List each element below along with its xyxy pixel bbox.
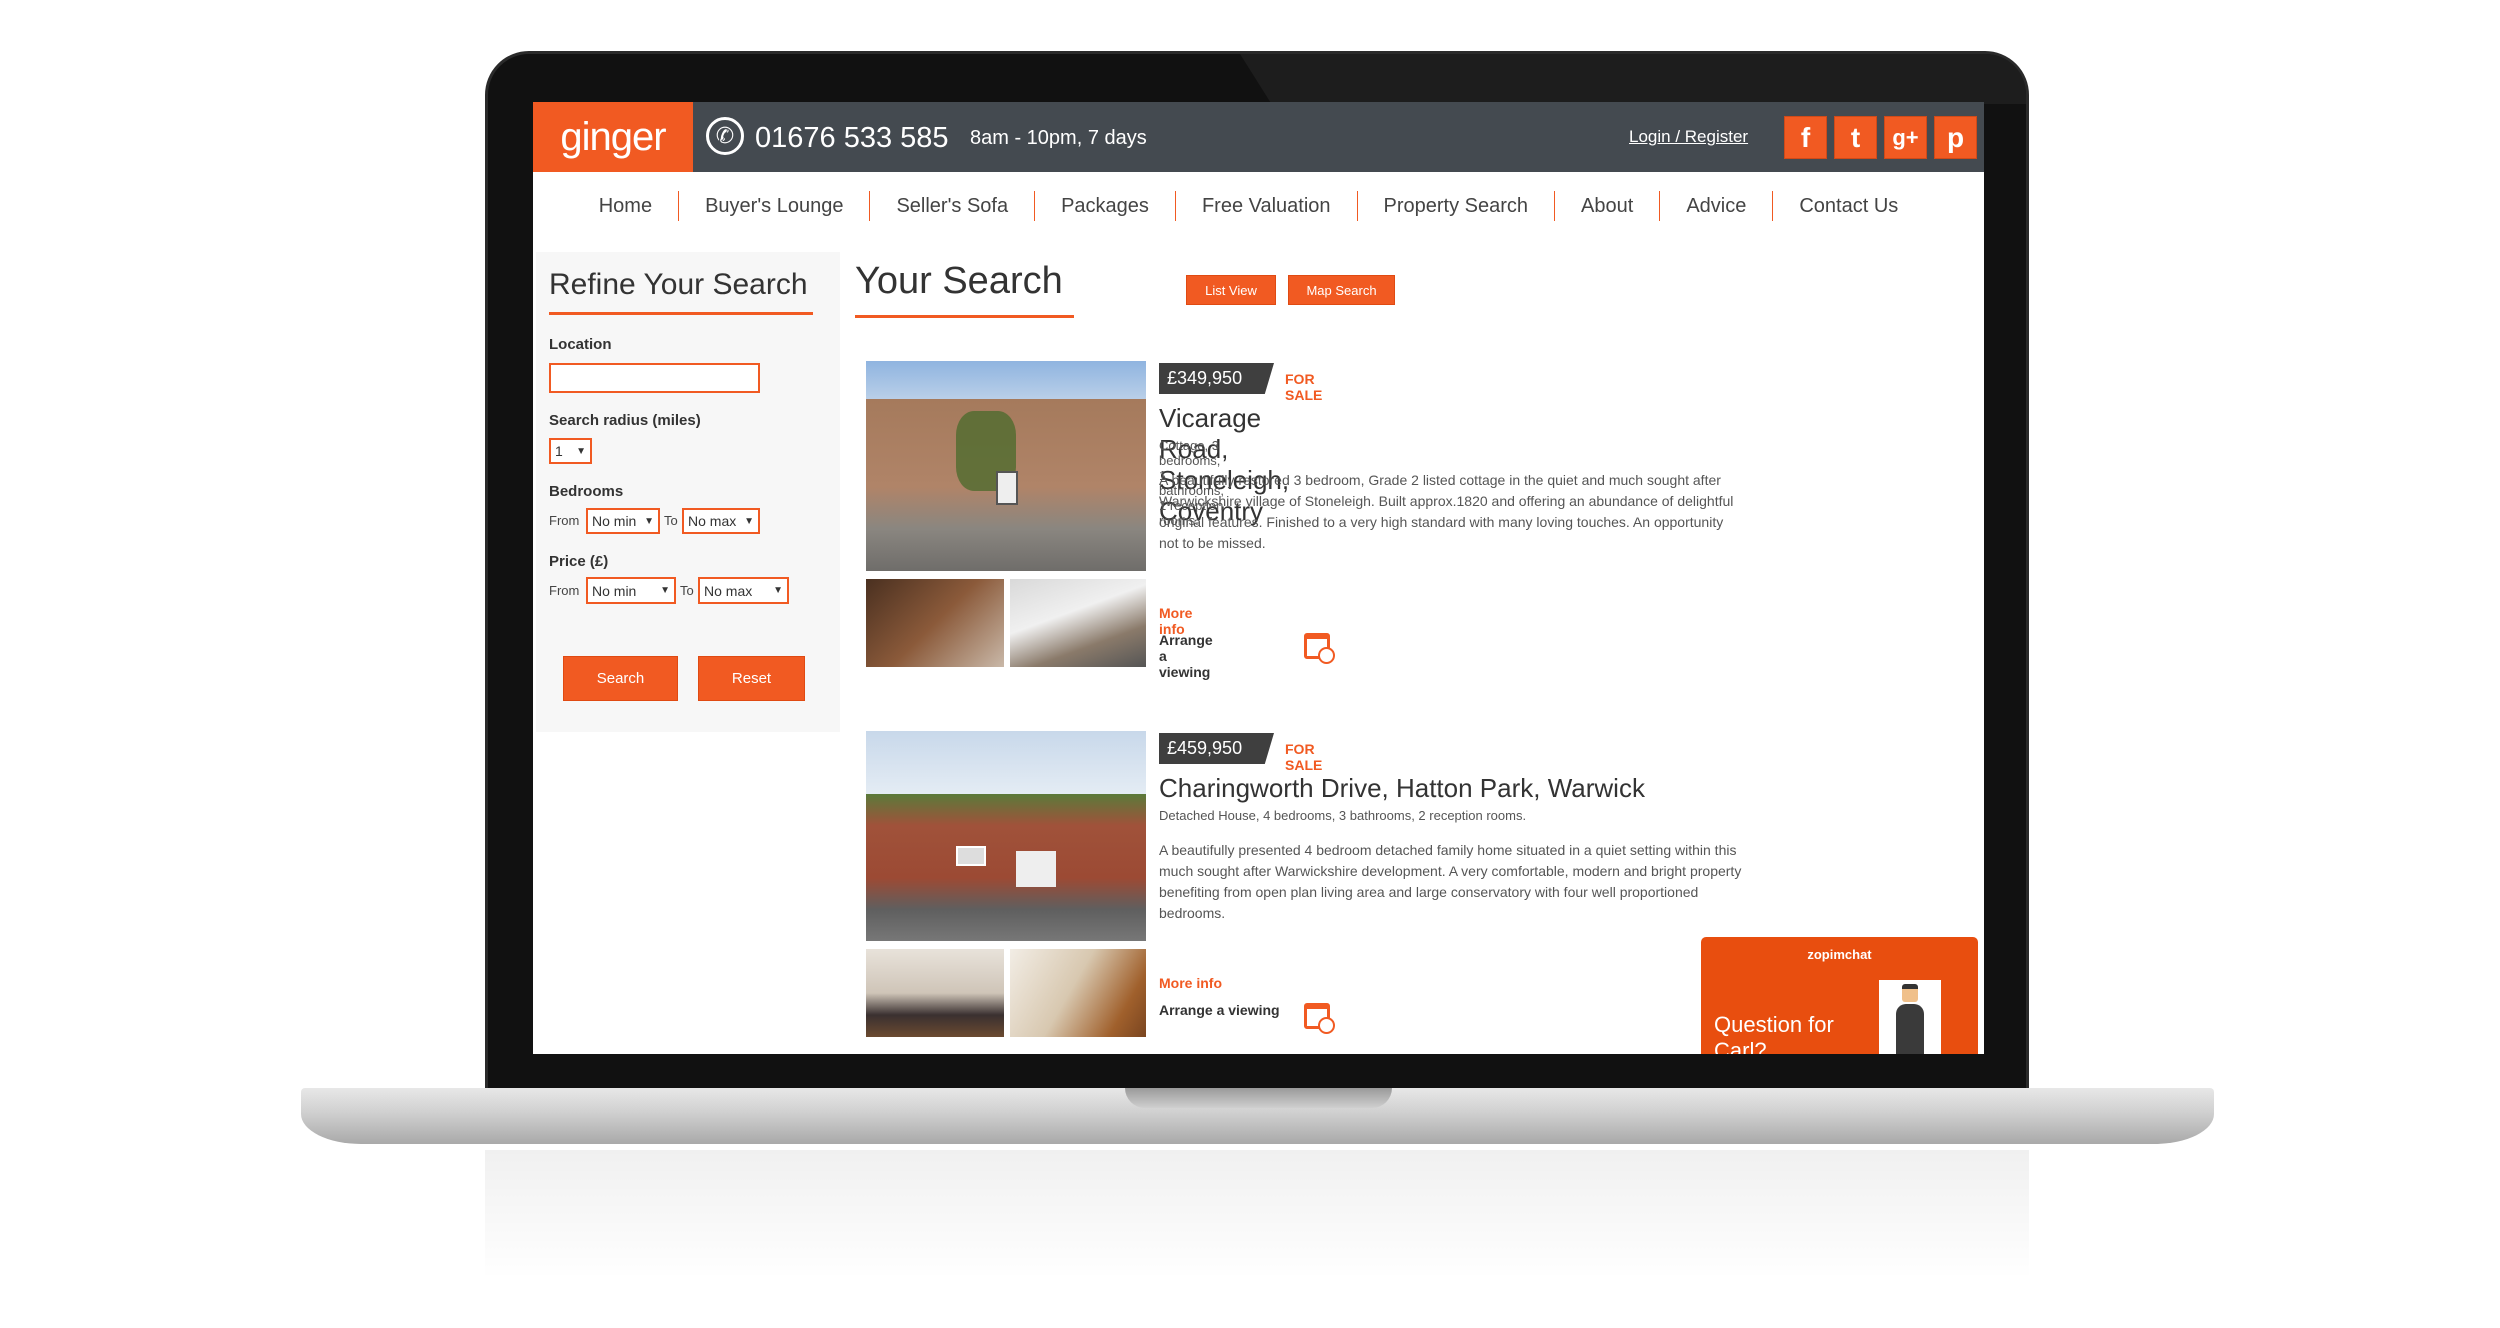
radius-label: Search radius (miles) [549,412,701,429]
listing-summary: Detached House, 4 bedrooms, 3 bathrooms,… [1159,808,1527,823]
property-main-photo[interactable] [866,361,1146,571]
bed-to-label: To [664,513,678,528]
list-view-button[interactable]: List View [1186,275,1276,305]
login-register-link[interactable]: Login / Register [1629,127,1748,147]
site-header: ginger ✆ 01676 533 585 8am - 10pm, 7 day… [533,102,1984,172]
status-badge: FOR SALE [1285,741,1323,773]
location-input[interactable] [549,363,760,393]
listing-card: £459,950 FOR SALE Charingworth Drive, Ha… [533,472,1741,1037]
page-title: Your Search [855,260,1063,302]
laptop-reflection [485,1150,2029,1280]
phone-number: 01676 533 585 [755,122,949,154]
nav-buyers-lounge[interactable]: Buyer's Lounge [678,190,869,221]
location-label: Location [549,336,612,353]
chevron-down-icon: ▼ [576,445,586,457]
opening-hours: 8am - 10pm, 7 days [970,127,1147,149]
pinterest-icon[interactable]: p [1934,116,1977,159]
nav-packages[interactable]: Packages [1034,190,1175,221]
bedrooms-max-select[interactable]: No max ▼ [682,508,760,534]
chevron-down-icon: ▼ [644,515,654,527]
nav-free-valuation[interactable]: Free Valuation [1174,190,1357,221]
price-label: Price (£) [549,553,609,570]
nav-contact-us[interactable]: Contact Us [1772,190,1924,221]
listing-description: A beautifully presented 4 bedroom detach… [1159,842,1742,921]
listing-description: A beautifully restored 3 bedroom, Grade … [1159,472,1734,551]
nav-home[interactable]: Home [573,191,678,221]
title-underline [549,312,813,315]
sidebar-title: Refine Your Search [549,268,808,301]
calendar-clock-icon[interactable] [1304,633,1335,664]
calendar-clock-icon[interactable] [1304,1003,1335,1034]
arrange-viewing-link[interactable]: Arrange a viewing [1159,1002,1280,1018]
bedrooms-label: Bedrooms [549,483,624,500]
bedrooms-min-select[interactable]: No min ▼ [586,508,660,534]
property-thumbnail[interactable] [1010,949,1146,1037]
radius-value: 1 [555,443,563,459]
price-min-select[interactable]: No min ▼ [586,577,676,604]
nav-advice[interactable]: Advice [1659,190,1772,221]
bed-min-value: No min [592,513,637,529]
chevron-down-icon: ▼ [744,515,754,527]
search-button[interactable]: Search [563,656,678,701]
facebook-icon[interactable]: f [1784,116,1827,159]
map-search-button[interactable]: Map Search [1288,275,1395,305]
page-title-underline [855,315,1074,318]
more-info-link[interactable]: More info [1159,975,1222,991]
main-nav: Home Buyer's Lounge Seller's Sofa Packag… [533,172,1984,239]
google-plus-icon[interactable]: g+ [1884,116,1927,159]
listing-title[interactable]: Charingworth Drive, Hatton Park, Warwick [1159,773,1645,804]
chevron-down-icon: ▼ [773,585,783,596]
bed-from-label: From [549,513,580,528]
status-badge: FOR SALE [1285,371,1323,403]
arrange-viewing-link[interactable]: Arrange a viewing [1159,632,1213,680]
price-from-label: From [549,583,580,598]
price-min-value: No min [592,582,637,599]
price-tag: £349,950 [1159,363,1274,394]
chevron-down-icon: ▼ [660,585,670,596]
property-thumbnail[interactable] [1010,579,1146,667]
bed-max-value: No max [688,513,737,529]
lid-sheen [1240,54,2026,104]
nav-sellers-sofa[interactable]: Seller's Sofa [869,190,1034,221]
price-max-select[interactable]: No max ▼ [698,577,789,604]
nav-about[interactable]: About [1554,190,1659,221]
price-to-label: To [680,583,694,598]
nav-property-search[interactable]: Property Search [1356,190,1555,221]
chat-widget[interactable]: zopimchat Question for Carl? [1701,937,1978,1054]
property-thumbnail[interactable] [866,579,1004,667]
price-max-value: No max [704,582,753,599]
property-thumbnail[interactable] [866,949,1004,1037]
laptop-screen: ginger ✆ 01676 533 585 8am - 10pm, 7 day… [533,102,1984,1054]
price-tag: £459,950 [1159,733,1274,764]
chat-prompt: Question for Carl? [1714,1012,1834,1054]
property-main-photo[interactable] [866,731,1146,941]
phone-icon: ✆ [706,117,744,155]
logo[interactable]: ginger [533,102,693,172]
agent-avatar [1879,980,1941,1054]
chat-brand: zopimchat [1807,947,1872,962]
radius-select[interactable]: 1 ▼ [549,438,592,464]
laptop-notch [1125,1088,1392,1108]
reset-button[interactable]: Reset [698,656,805,701]
twitter-icon[interactable]: t [1834,116,1877,159]
